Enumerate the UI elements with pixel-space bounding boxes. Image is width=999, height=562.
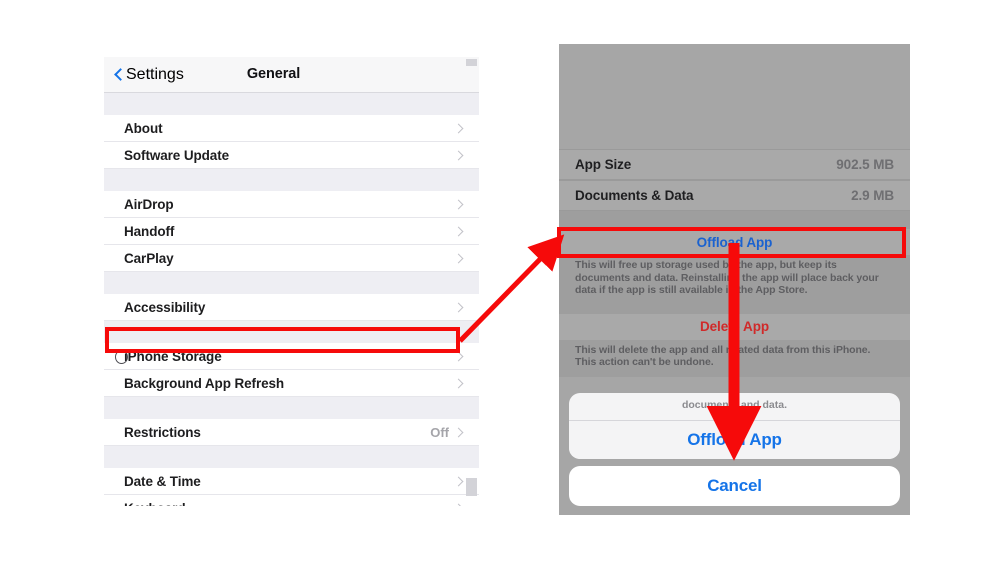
scrollbar-thumb-bottom[interactable] xyxy=(466,478,477,496)
sidebar-item-accessibility[interactable]: Accessibility xyxy=(104,294,479,321)
delete-app-description: This will delete the app and all related… xyxy=(559,339,910,377)
chevron-right-icon xyxy=(457,502,465,507)
section-gap xyxy=(104,397,479,419)
offload-confirmation-sheet: documents and data. Offload App Cancel xyxy=(569,393,900,506)
chevron-right-icon xyxy=(457,475,465,488)
sidebar-item-carplay[interactable]: CarPlay xyxy=(104,245,479,272)
app-size-value: 902.5 MB xyxy=(836,157,894,172)
section-gap xyxy=(104,272,479,294)
offload-app-button[interactable]: Offload App xyxy=(559,229,910,255)
delete-app-button[interactable]: Delete App xyxy=(559,313,910,340)
row-label: CarPlay xyxy=(124,250,174,266)
chevron-right-icon xyxy=(457,377,465,390)
sheet-title-line2: documents and data. xyxy=(681,399,787,411)
sheet-options-group: documents and data. Offload App xyxy=(569,393,900,459)
navigation-bar: Settings General xyxy=(104,57,479,93)
row-label: Background App Refresh xyxy=(124,375,285,391)
page-title: General xyxy=(246,66,301,82)
section-gap xyxy=(104,93,479,115)
chevron-right-icon xyxy=(457,350,465,363)
sheet-offload-app-button[interactable]: Offload App xyxy=(569,420,900,459)
sidebar-item-background-app-refresh[interactable]: Background App Refresh xyxy=(104,370,479,397)
cursor-pointer-icon xyxy=(115,350,128,364)
row-label: About xyxy=(124,120,163,136)
sheet-cancel-button[interactable]: Cancel xyxy=(569,466,900,506)
section-gap xyxy=(104,321,479,343)
documents-and-data-label: Documents & Data xyxy=(575,188,694,203)
chevron-right-icon xyxy=(457,149,465,162)
section-gap xyxy=(104,446,479,468)
chevron-right-icon xyxy=(457,301,465,314)
row-label: Accessibility xyxy=(124,299,206,315)
sidebar-item-about[interactable]: About xyxy=(104,115,479,142)
app-size-row: App Size 902.5 MB xyxy=(559,149,910,180)
row-label: AirDrop xyxy=(124,196,174,212)
row-label: Handoff xyxy=(124,223,175,239)
sidebar-item-restrictions[interactable]: Restrictions Off xyxy=(104,419,479,446)
chevron-right-icon xyxy=(457,252,465,265)
app-size-label: App Size xyxy=(575,157,632,172)
sheet-title: documents and data. xyxy=(569,393,900,420)
chevron-right-icon xyxy=(457,198,465,211)
section-gap xyxy=(559,211,910,229)
restrictions-value: Off xyxy=(430,424,449,440)
app-storage-detail-panel: App Size 902.5 MB Documents & Data 2.9 M… xyxy=(559,44,910,515)
sidebar-item-keyboard[interactable]: Keyboard xyxy=(104,495,479,506)
app-header-area xyxy=(559,44,910,149)
settings-list: About Software Update AirDrop Handoff Ca… xyxy=(104,93,479,506)
general-settings-panel: Settings General About Software Update A… xyxy=(104,57,479,506)
documents-and-data-row: Documents & Data 2.9 MB xyxy=(559,180,910,211)
sidebar-item-airdrop[interactable]: AirDrop xyxy=(104,191,479,218)
documents-and-data-value: 2.9 MB xyxy=(851,188,894,203)
sidebar-item-handoff[interactable]: Handoff xyxy=(104,218,479,245)
scrollbar-thumb-top[interactable] xyxy=(466,59,477,66)
sidebar-item-iphone-storage[interactable]: iPhone Storage xyxy=(104,343,479,370)
sidebar-item-software-update[interactable]: Software Update xyxy=(104,142,479,169)
row-label: Keyboard xyxy=(124,501,457,507)
sidebar-item-date-and-time[interactable]: Date & Time xyxy=(104,468,479,495)
section-gap xyxy=(559,304,910,314)
row-label: iPhone Storage xyxy=(124,348,222,364)
chevron-right-icon xyxy=(457,122,465,135)
offload-app-description: This will free up storage used by the ap… xyxy=(559,255,910,305)
row-label: Software Update xyxy=(124,147,230,163)
row-label: Date & Time xyxy=(124,473,201,489)
section-gap xyxy=(104,169,479,191)
chevron-right-icon xyxy=(457,426,465,439)
chevron-right-icon xyxy=(457,225,465,238)
row-label: Restrictions xyxy=(124,424,201,440)
